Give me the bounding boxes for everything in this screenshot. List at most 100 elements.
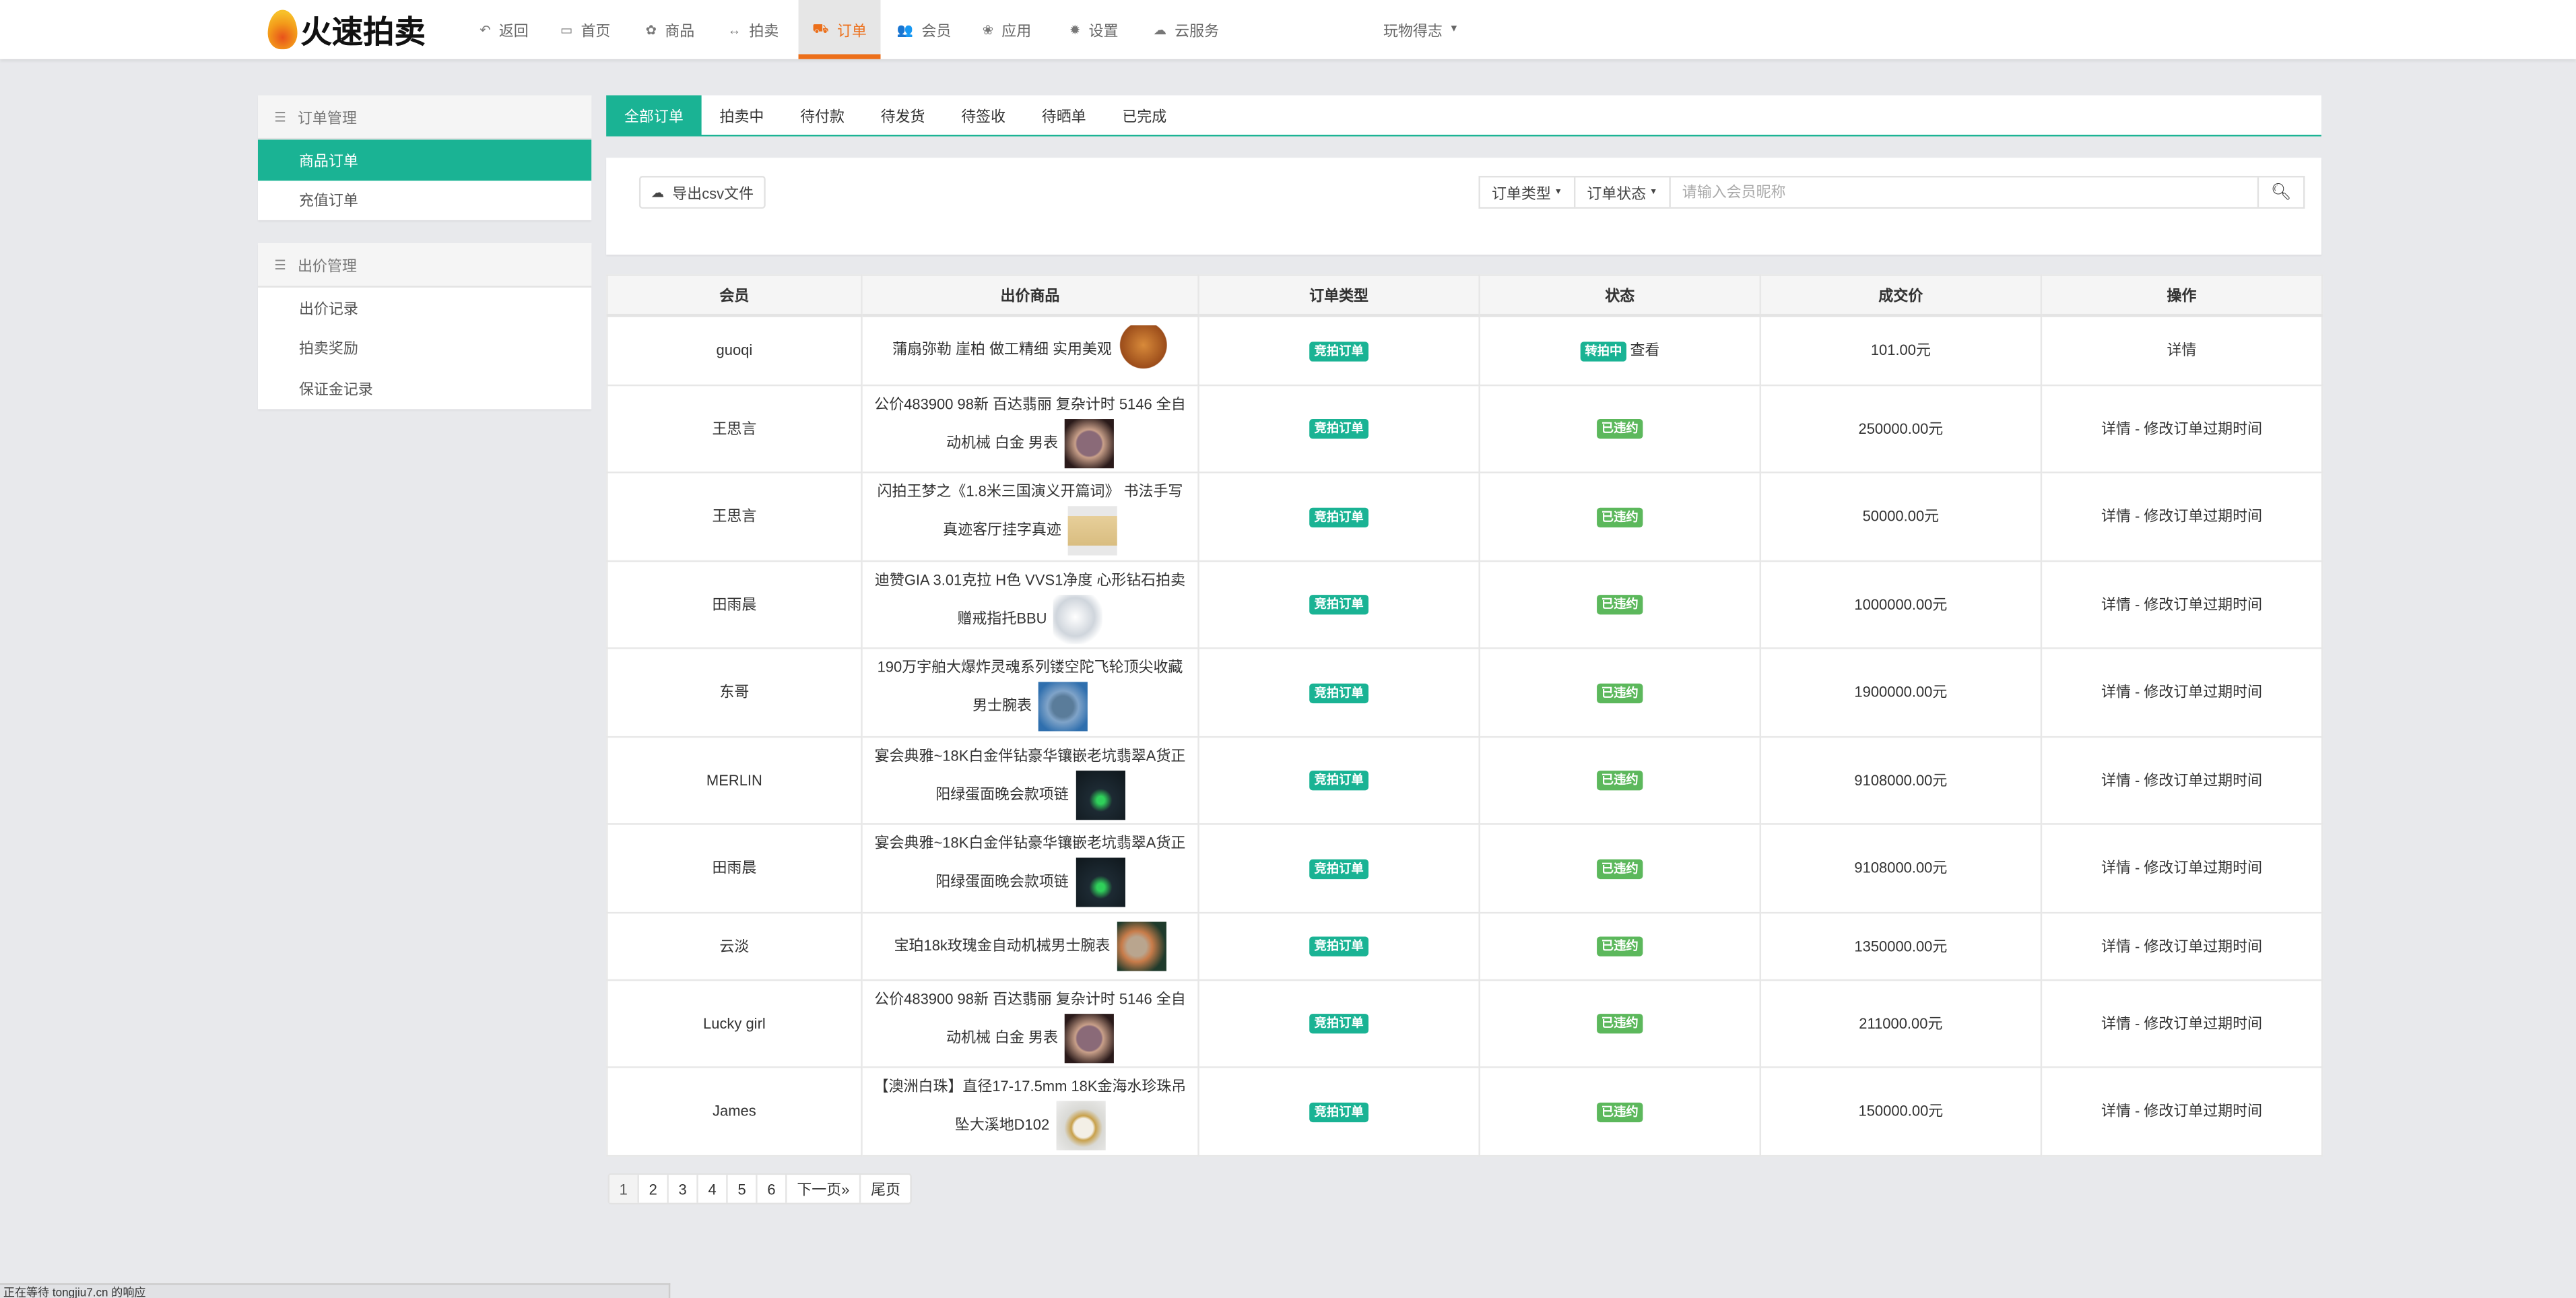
database-icon: ☰ [274,109,286,125]
table-row: 云淡 宝珀18k玫瑰金自动机械男士腕表 竞拍订单 已违约 1350000.00元 详情 -… [606,911,2323,981]
order-status-dropdown[interactable]: 订单状态 ▼ [1575,177,1671,207]
product-thumbnail[interactable] [1038,682,1088,732]
page-link[interactable]: 3 [669,1175,698,1203]
member-search-input[interactable] [1670,177,2257,207]
product-name[interactable]: 宴会典雅~18K白金伴钻豪华镶嵌老坑翡翠A货正阳绿蛋面晚会款项链 [875,747,1186,802]
sidebar-item[interactable]: 出价记录 [258,288,591,328]
order-type-cell: 竞拍订单 [1197,822,1480,913]
status-cell: 已违约 [1478,383,1762,473]
row-actions-links[interactable]: 详情 - 修改订单过期时间 [2101,1103,2262,1119]
status-badge: 已违约 [1596,858,1644,879]
product-thumbnail[interactable] [1055,1101,1106,1150]
row-actions-links[interactable]: 详情 - 修改订单过期时间 [2101,684,2262,700]
sidebar-item[interactable]: 拍卖奖励 [258,328,591,368]
table-row: 田雨晨 宴会典雅~18K白金伴钻豪华镶嵌老坑翡翠A货正阳绿蛋面晚会款项链 竞拍订单 已… [606,822,2323,913]
order-type-badge: 竞拍订单 [1309,858,1369,879]
nav-8[interactable]: ☁ 云服务 [1144,0,1229,59]
product-thumbnail[interactable] [1075,857,1125,907]
product-thumbnail[interactable] [1117,921,1166,971]
product-thumbnail[interactable] [1118,325,1168,375]
cloud-icon: ☁ [1153,22,1166,37]
product-name[interactable]: 蒲扇弥勒 崖柏 做工精细 实用美观 [892,341,1112,357]
sidebar-panel-header: ☰ 订单管理 [257,95,592,140]
row-actions-links[interactable]: 详情 - 修改订单过期时间 [2101,1014,2262,1031]
row-actions-links[interactable]: 详情 - 修改订单过期时间 [2101,938,2262,954]
page: 火速拍卖 ↶ 返回 ▭ 首页 ✿ 商品 ↔ 拍卖 ⛟ 订单 👥 会员 ❀ 应用 ✹ 设置 ☁ 云服务 玩物得志 ▼ … [0,0,2576,1298]
product-name[interactable]: 宴会典雅~18K白金伴钻豪华镶嵌老坑翡翠A货正阳绿蛋面晚会款项链 [875,835,1186,889]
caret-down-icon: ▼ [1649,187,1658,197]
nav-0[interactable]: ↶ 返回 [470,0,539,59]
sidebar-item[interactable]: 保证金记录 [258,368,591,408]
product-name[interactable]: 宝珀18k玫瑰金自动机械男士腕表 [894,936,1111,952]
product-thumbnail[interactable] [1067,506,1117,556]
tab-0[interactable]: 全部订单 [606,95,702,135]
nav-3[interactable]: ↔ 拍卖 [718,0,789,59]
page-link[interactable]: 下一页» [787,1175,861,1203]
actions-cell: 详情 - 修改订单过期时间 [2040,822,2323,913]
nav-2[interactable]: ✿ 商品 [636,0,704,59]
status-badge: 已违约 [1596,507,1644,527]
order-type-badge: 竞拍订单 [1309,1101,1369,1122]
product-thumbnail[interactable] [1053,593,1103,644]
product-thumbnail[interactable] [1064,1012,1114,1063]
product-name[interactable]: 190万宇舶大爆炸灵魂系列镂空陀飞轮顶尖收藏男士腕表 [878,659,1183,713]
tab-2[interactable]: 待付款 [782,95,863,135]
nav-5[interactable]: 👥 会员 [887,0,961,59]
page-link[interactable]: 5 [728,1175,758,1203]
product-name[interactable]: 【澳洲白珠】直径17-17.5mm 18K金海水珍珠吊坠大溪地D102 [874,1078,1187,1132]
product-thumbnail[interactable] [1075,769,1125,820]
table-header: 会员 出价商品 订单类型 状态 成交价 操作 [606,274,2323,317]
order-type-dropdown[interactable]: 订单类型 ▼ [1480,177,1576,207]
tab-5[interactable]: 待晒单 [1024,95,1104,135]
page-link[interactable]: 6 [758,1175,787,1203]
flame-icon [267,9,298,50]
actions-cell: 详情 - 修改订单过期时间 [2040,1065,2323,1157]
nav-1[interactable]: ▭ 首页 [550,0,620,59]
page-link[interactable]: 2 [639,1175,669,1203]
product-name[interactable]: 公价483900 98新 百达翡丽 复杂计时 5146 全自动机械 白金 男表 [874,395,1185,450]
table-row: 王思言 闪拍王梦之《1.8米三国演义开篇词》 书法手写真迹客厅挂字真迹 竞拍订单 已违… [606,470,2323,562]
desktop-icon: ▭ [560,22,573,37]
row-actions-links[interactable]: 详情 - 修改订单过期时间 [2101,595,2262,612]
user-menu[interactable]: 玩物得志 ▼ [1373,0,1468,59]
nav-7[interactable]: ✹ 设置 [1059,0,1128,59]
row-actions-links[interactable]: 详情 - 修改订单过期时间 [2101,771,2262,787]
row-actions-links[interactable]: 详情 [2167,342,2197,358]
tab-4[interactable]: 待签收 [943,95,1024,135]
order-type-badge: 竞拍订单 [1309,342,1369,362]
status-badge: 转拍中 [1580,342,1627,362]
price-cell: 9108000.00元 [1759,822,2043,913]
price-cell: 1350000.00元 [1759,911,2043,981]
row-actions-links[interactable]: 详情 - 修改订单过期时间 [2101,859,2262,876]
member-cell: guoqi [606,315,863,386]
export-csv-button[interactable]: ☁ 导出csv文件 [638,176,766,209]
member-cell: Lucky girl [606,978,863,1068]
order-type-cell: 竞拍订单 [1197,383,1480,473]
search-button[interactable]: 🔍︎ [2257,177,2303,207]
page-link[interactable]: 1 [609,1175,639,1203]
view-link[interactable]: 查看 [1630,342,1659,358]
product-cell: 【澳洲白珠】直径17-17.5mm 18K金海水珍珠吊坠大溪地D102 [861,1065,1199,1157]
product-name[interactable]: 闪拍王梦之《1.8米三国演义开篇词》 书法手写真迹客厅挂字真迹 [878,483,1183,538]
tab-6[interactable]: 已完成 [1104,95,1185,135]
tab-3[interactable]: 待发货 [863,95,944,135]
sidebar-item[interactable]: 充值订单 [258,180,591,220]
status-cell: 已违约 [1478,1065,1762,1157]
pagination: 1 2 3 4 5 6 下一页» 尾页 [607,1173,913,1205]
logo[interactable]: 火速拍卖 [267,7,426,53]
product-thumbnail[interactable] [1064,418,1114,468]
price-cell: 1900000.00元 [1759,646,2043,738]
product-name[interactable]: 公价483900 98新 百达翡丽 复杂计时 5146 全自动机械 白金 男表 [874,990,1185,1045]
order-type-badge: 竞拍订单 [1309,682,1369,703]
row-actions-links[interactable]: 详情 - 修改订单过期时间 [2101,508,2262,524]
order-type-cell: 竞拍订单 [1197,559,1480,649]
sidebar-item[interactable]: 商品订单 [257,139,592,181]
page-link[interactable]: 4 [698,1175,728,1203]
page-link[interactable]: 尾页 [861,1175,911,1202]
product-name[interactable]: 迪赞GIA 3.01克拉 H色 VVS1净度 心形钻石拍卖赠戒指托BBU [875,571,1185,626]
nav-4[interactable]: ⛟ 订单 [798,0,881,59]
row-actions-links[interactable]: 详情 - 修改订单过期时间 [2101,420,2262,436]
nav-6[interactable]: ❀ 应用 [972,0,1041,59]
tab-1[interactable]: 拍卖中 [702,95,783,135]
cart-icon: ⛟ [812,21,829,36]
